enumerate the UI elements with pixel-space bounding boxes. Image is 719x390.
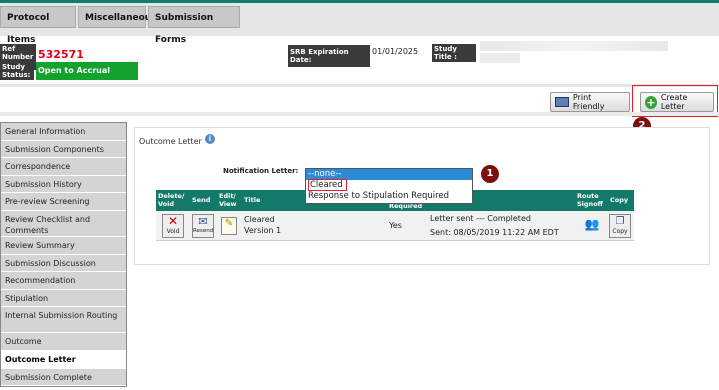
col-send: Send: [192, 196, 211, 204]
sidebar-item-general-information[interactable]: General Information: [1, 123, 126, 141]
col-title: Title: [244, 196, 261, 204]
plus-circle-icon: +: [645, 95, 657, 109]
tab-protocol-items[interactable]: Protocol Items: [0, 6, 76, 45]
notification-letter-select[interactable]: --none-- Cleared Response to Stipulation…: [305, 168, 473, 204]
top-tabs: Protocol Items Miscellaneous Submission …: [0, 6, 242, 45]
dropdown-option-cleared[interactable]: Cleared: [306, 179, 472, 191]
sidebar-item-submission-history[interactable]: Submission History: [1, 175, 126, 194]
study-title-label: Study Title :: [432, 44, 476, 62]
header-divider: [0, 84, 719, 87]
callout-badge-1: 1: [481, 165, 499, 183]
tab-miscellaneous[interactable]: Miscellaneous: [78, 6, 157, 28]
tab-submission-forms[interactable]: Submission Forms: [148, 6, 240, 45]
sidebar-item-submission-components[interactable]: Submission Components: [1, 140, 126, 159]
sidebar-item-outcome-letter[interactable]: Outcome Letter: [1, 350, 126, 369]
sidebar-item-internal-routing[interactable]: Internal Submission Routing: [1, 307, 126, 334]
letter-version: Version 1: [244, 226, 282, 235]
sidebar-item-review-summary[interactable]: Review Summary: [1, 236, 126, 255]
dropdown-option-response-to-stipulation[interactable]: Response to Stipulation Required: [306, 191, 472, 202]
col-edit-view: Edit/ View: [219, 192, 237, 208]
info-icon[interactable]: i: [205, 134, 215, 144]
outcome-letter-panel: Outcome Letter i Delete/ Void Send Edit/…: [134, 127, 710, 265]
study-status-label: Study Status:: [0, 62, 34, 80]
notification-letter-label: Notification Letter:: [223, 167, 299, 175]
route-signoff-icon[interactable]: 👥: [584, 217, 600, 235]
col-delete-void: Delete/ Void: [158, 192, 185, 208]
sidebar-item-submission-complete[interactable]: Submission Complete: [1, 368, 126, 387]
study-title-redacted-2: [480, 53, 520, 63]
void-label: Void: [166, 228, 180, 235]
create-letter-button[interactable]: + Create Letter: [640, 92, 714, 112]
resend-button[interactable]: ✉ Resend: [192, 214, 214, 238]
envelope-icon: ✉: [198, 215, 208, 228]
col-route-signoff: Route Signoff: [577, 192, 603, 208]
srb-expiration-label: SRB Expiration Date:: [288, 45, 370, 67]
sidebar-item-recommendation[interactable]: Recommendation: [1, 272, 126, 290]
copy-button[interactable]: ❐ Copy: [609, 214, 631, 238]
letter-status: Letter sent --- Completed: [430, 214, 531, 223]
sidebar-item-outcome[interactable]: Outcome: [1, 333, 126, 351]
sidebar-item-review-checklist[interactable]: Review Checklist and Comments: [1, 210, 126, 237]
srb-expiration-value: 01/01/2025: [372, 47, 419, 56]
printer-icon: [555, 97, 569, 107]
edit-document-icon[interactable]: ✎: [221, 217, 237, 235]
sidebar-item-stipulation[interactable]: Stipulation: [1, 289, 126, 308]
study-status-badge: Open to Accrual: [36, 62, 138, 80]
sidebar: General Information Submission Component…: [0, 122, 127, 388]
copy-label: Copy: [612, 228, 628, 235]
study-title-redacted: [480, 41, 668, 51]
resend-label: Resend: [193, 228, 214, 234]
create-letter-label: Create Letter: [660, 93, 688, 111]
copy-icon: ❐: [615, 216, 625, 227]
panel-title: Outcome Letter: [139, 137, 202, 146]
cleared-option-text: Cleared: [308, 179, 347, 191]
print-friendly-button[interactable]: Print Friendly: [550, 92, 630, 112]
sidebar-item-correspondence[interactable]: Correspondence: [1, 158, 126, 176]
toolbar-separator: [0, 112, 719, 116]
print-friendly-label: Print Friendly: [572, 93, 605, 111]
ref-number-value: 532571: [38, 48, 84, 61]
required-value: Yes: [389, 221, 402, 230]
delete-x-icon: ✕: [167, 214, 179, 228]
col-copy: Copy: [610, 196, 629, 204]
void-button[interactable]: ✕ Void: [162, 214, 184, 238]
sidebar-item-pre-review-screening[interactable]: Pre-review Screening: [1, 193, 126, 211]
letter-title: Cleared: [244, 215, 275, 224]
sidebar-item-submission-discussion[interactable]: Submission Discussion: [1, 254, 126, 273]
letter-sent-date: Sent: 08/05/2019 11:22 AM EDT: [430, 228, 559, 237]
table-row: ✕ Void ✉ Resend ✎ Cleared Version 1 Yes …: [156, 211, 634, 241]
